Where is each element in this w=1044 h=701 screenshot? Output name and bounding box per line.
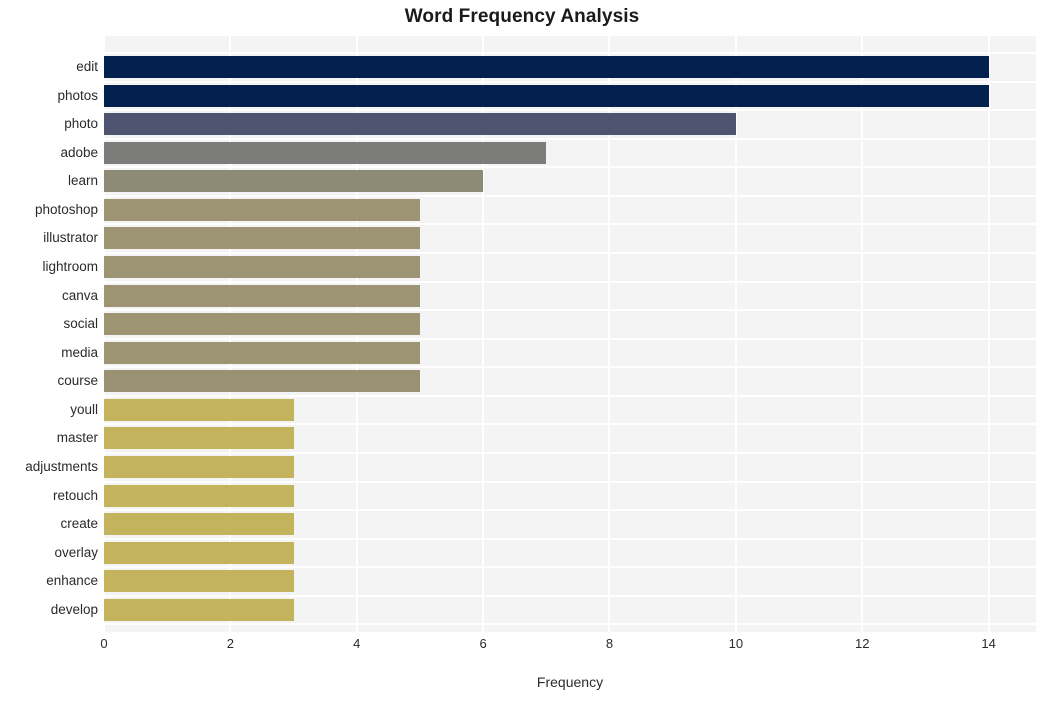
- x-tick-label-0: 0: [100, 636, 108, 651]
- chart-title: Word Frequency Analysis: [404, 6, 640, 27]
- y-axis-tick-labels: edit photos photo adobe learn photoshop illust…: [0, 36, 98, 632]
- y-tick-label-create: create: [60, 516, 98, 532]
- bar-social[interactable]: [104, 313, 420, 336]
- y-tick-label-youll: youll: [70, 401, 98, 417]
- bar-retouch[interactable]: [104, 484, 294, 507]
- y-tick-label-develop: develop: [50, 601, 98, 617]
- bar-learn[interactable]: [104, 170, 484, 193]
- bar-overlay[interactable]: [104, 541, 294, 564]
- bar-media[interactable]: [104, 341, 420, 364]
- y-tick-label-learn: learn: [67, 173, 98, 189]
- bar-photoshop[interactable]: [104, 198, 420, 221]
- y-tick-label-course: course: [57, 373, 98, 389]
- y-tick-label-retouch: retouch: [52, 487, 98, 503]
- bar-adobe[interactable]: [104, 141, 547, 164]
- chart-figure: Word Frequency Analysis edit photos photo a…: [0, 0, 1044, 701]
- y-tick-label-photoshop: photoshop: [34, 201, 98, 217]
- y-tick-label-media: media: [61, 344, 98, 360]
- y-tick-label-adobe: adobe: [60, 144, 98, 160]
- bar-enhance[interactable]: [104, 570, 294, 593]
- bar-course[interactable]: [104, 370, 420, 393]
- y-tick-label-photos: photos: [57, 87, 98, 103]
- y-tick-label-overlay: overlay: [54, 544, 98, 560]
- y-tick-label-enhance: enhance: [46, 573, 98, 589]
- x-tick-label-2: 2: [226, 636, 234, 651]
- bar-photo[interactable]: [104, 113, 736, 136]
- y-tick-label-adjustments: adjustments: [25, 459, 98, 474]
- x-tick-label-6: 6: [479, 636, 487, 651]
- x-tick-label-8: 8: [605, 636, 614, 651]
- y-tick-label-photo: photo: [64, 116, 98, 132]
- plot-area: [104, 36, 1036, 632]
- bar-develop[interactable]: [104, 598, 294, 621]
- y-tick-label-edit: edit: [76, 59, 98, 74]
- y-tick-label-illustrator: illustrator: [43, 230, 98, 246]
- y-tick-label-canva: canva: [61, 287, 98, 303]
- y-tick-label-social: social: [63, 316, 98, 332]
- bar-create[interactable]: [104, 513, 294, 536]
- bar-master[interactable]: [104, 427, 294, 450]
- bar-photos[interactable]: [104, 84, 989, 107]
- y-tick-label-lightroom: lightroom: [42, 259, 98, 274]
- bar-illustrator[interactable]: [104, 227, 420, 250]
- x-tick-label-10: 10: [728, 636, 744, 651]
- x-tick-label-14: 14: [981, 636, 996, 651]
- x-axis-title: Frequency: [536, 674, 604, 690]
- bar-adjustments[interactable]: [104, 456, 294, 478]
- bar-lightroom[interactable]: [104, 256, 420, 278]
- x-axis-tick-labels: 0 2 4 6 8 10 12 14: [100, 636, 1036, 658]
- bar-edit[interactable]: [104, 56, 989, 78]
- bar-canva[interactable]: [104, 284, 420, 307]
- bar-youll[interactable]: [104, 398, 294, 421]
- x-tick-label-4: 4: [353, 636, 361, 651]
- y-tick-label-master: master: [56, 430, 98, 446]
- bars-layer: [104, 36, 1036, 632]
- x-tick-label-12: 12: [855, 636, 870, 651]
